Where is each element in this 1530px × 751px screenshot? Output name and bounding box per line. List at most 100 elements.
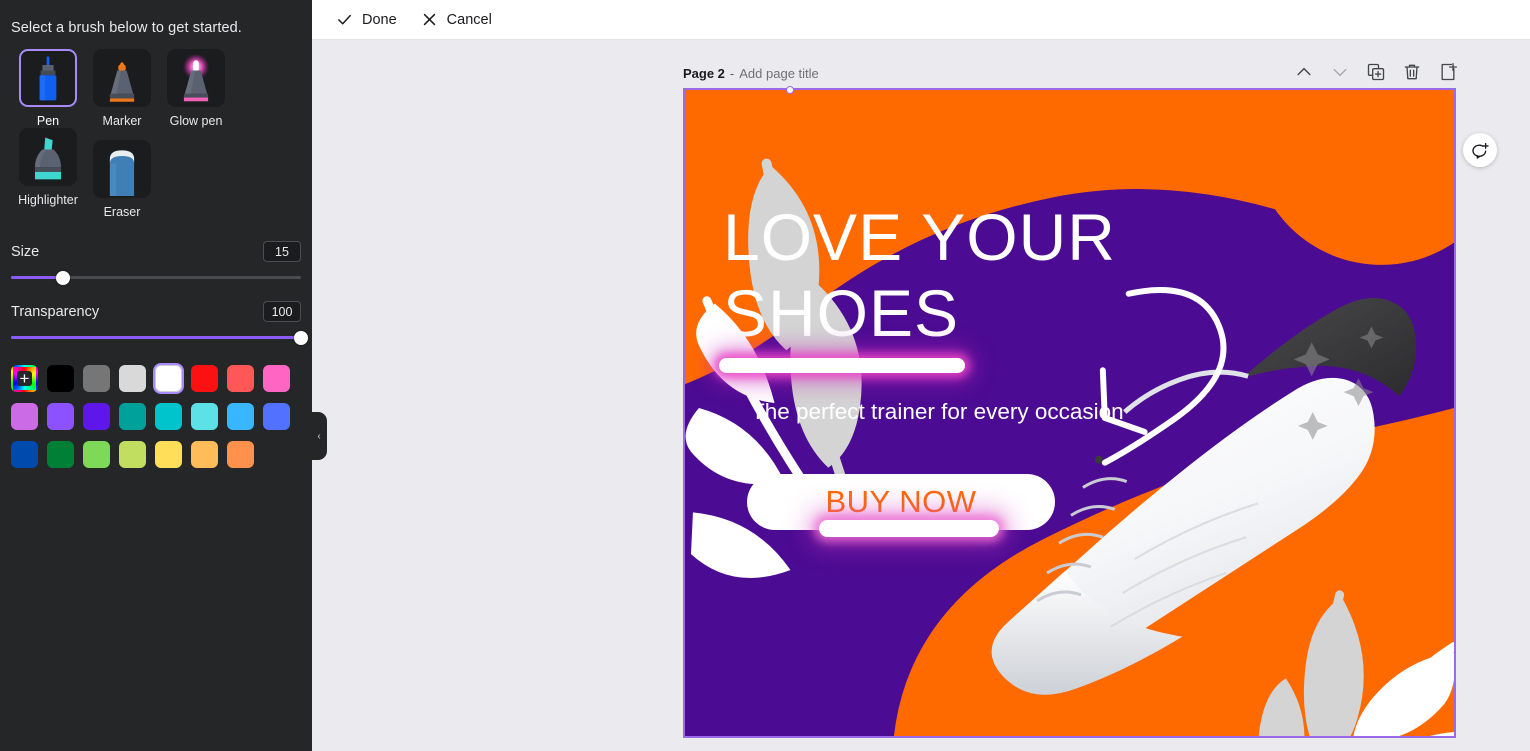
color-swatch-sky-blue[interactable]	[227, 402, 254, 430]
brush-label-eraser: Eraser	[103, 205, 141, 219]
color-swatch-dark-green[interactable]	[47, 440, 74, 468]
color-swatch-turquoise[interactable]	[155, 402, 182, 430]
brush-toolbar: Done Cancel	[312, 0, 1530, 40]
swatch-cell	[227, 397, 263, 435]
size-label: Size	[11, 243, 40, 260]
color-swatch-light-orange[interactable]	[191, 440, 218, 468]
brush-option-pen[interactable]: Pen	[11, 49, 85, 128]
page-header-dash: -	[729, 66, 735, 81]
canvas-rotate-handle[interactable]	[786, 86, 794, 94]
color-swatch-yellow[interactable]	[155, 440, 182, 468]
plus-icon: +	[19, 368, 30, 388]
brush-label-glow-pen: Glow pen	[169, 114, 223, 128]
design-headline: LOVE YOUR SHOES	[723, 200, 1116, 350]
size-input[interactable]: 15	[263, 241, 301, 262]
highlighter-glyph	[34, 137, 62, 180]
transparency-label: Transparency	[11, 303, 100, 320]
swatch-cell	[83, 435, 119, 473]
swatch-cell	[263, 359, 299, 397]
color-swatch-coral-red[interactable]	[227, 364, 254, 392]
brush-grid: Pen Marker Glow pen Highlighter Eraser	[11, 49, 301, 219]
swatch-cell	[191, 435, 227, 473]
color-swatch-grid: +	[11, 359, 301, 473]
swatch-cell	[191, 359, 227, 397]
pen-glyph	[39, 56, 57, 101]
brush-label-pen: Pen	[36, 114, 60, 128]
brush-label-marker: Marker	[102, 114, 142, 128]
buy-now-label: BUY NOW	[825, 484, 977, 519]
color-swatch-orange[interactable]	[227, 440, 254, 468]
done-button[interactable]: Done	[324, 5, 409, 34]
move-page-up-icon[interactable]	[1294, 62, 1314, 82]
cancel-button[interactable]: Cancel	[409, 5, 504, 34]
size-slider[interactable]	[11, 270, 301, 285]
swatch-cell	[227, 435, 263, 473]
delete-page-icon[interactable]	[1402, 62, 1422, 82]
move-page-down-icon[interactable]	[1330, 62, 1350, 82]
swatch-cell: +	[11, 359, 47, 397]
transparency-slider-fill	[11, 336, 301, 339]
swatch-cell	[11, 397, 47, 435]
swatch-cell	[155, 397, 191, 435]
swatch-cell	[83, 359, 119, 397]
color-swatch-teal[interactable]	[119, 402, 146, 430]
color-swatch-lime[interactable]	[119, 440, 146, 468]
app-root: Select a brush below to get started. Pen	[0, 0, 1530, 751]
collapse-panel-button[interactable]: ‹	[311, 412, 327, 460]
duplicate-page-icon[interactable]	[1366, 62, 1386, 82]
color-swatch-white[interactable]	[155, 364, 182, 392]
swatch-cell	[47, 397, 83, 435]
done-label: Done	[362, 11, 397, 28]
transparency-input[interactable]: 100	[263, 301, 301, 322]
swatch-cell	[155, 359, 191, 397]
size-row: Size 15	[11, 241, 301, 262]
chevron-left-icon: ‹	[317, 430, 321, 442]
cancel-label: Cancel	[446, 11, 492, 28]
swatch-cell	[47, 435, 83, 473]
design-canvas[interactable]: LOVE YOUR SHOES The perfect trainer for …	[683, 86, 1456, 738]
transparency-slider-knob[interactable]	[294, 330, 308, 345]
marker-glyph	[109, 62, 135, 102]
swatch-cell	[47, 359, 83, 397]
brush-option-eraser[interactable]: Eraser	[85, 140, 159, 219]
size-slider-knob[interactable]	[56, 270, 71, 285]
eraser-icon	[93, 140, 151, 198]
color-swatch-green[interactable]	[83, 440, 110, 468]
color-swatch-light-purple[interactable]	[47, 402, 74, 430]
editor-area: Page 2 - Add page title LOVE YOUR SHOES …	[312, 40, 1530, 751]
swatch-cell	[119, 359, 155, 397]
color-swatch-dark-blue[interactable]	[11, 440, 38, 468]
color-swatch-black[interactable]	[47, 364, 74, 392]
color-swatch-royal-blue[interactable]	[263, 402, 290, 430]
swatch-cell	[227, 359, 263, 397]
brush-option-marker[interactable]: Marker	[85, 49, 159, 128]
brush-panel-hint: Select a brush below to get started.	[11, 20, 242, 36]
color-swatch-aqua[interactable]	[191, 402, 218, 430]
page-header: Page 2 - Add page title	[683, 66, 819, 81]
highlighter-icon	[19, 128, 77, 186]
transparency-row: Transparency 100	[11, 301, 301, 322]
color-swatch-custom-color-picker[interactable]: +	[11, 364, 38, 392]
brush-panel: Select a brush below to get started. Pen	[0, 0, 312, 751]
color-swatch-hot-pink[interactable]	[263, 364, 290, 392]
design-subheadline: The perfect trainer for every occasion	[751, 399, 1124, 424]
color-swatch-violet[interactable]	[83, 402, 110, 430]
page-tools	[1294, 62, 1458, 82]
color-swatch-orchid[interactable]	[11, 402, 38, 430]
glow-underline-shoes	[719, 358, 965, 373]
check-icon	[338, 14, 351, 25]
close-icon	[423, 13, 435, 26]
swatch-cell	[11, 435, 47, 473]
swatch-cell	[119, 397, 155, 435]
brush-option-glow-pen[interactable]: Glow pen	[159, 49, 233, 128]
add-comment-button[interactable]	[1463, 133, 1497, 167]
color-swatch-light-gray[interactable]	[119, 364, 146, 392]
color-swatch-red[interactable]	[191, 364, 218, 392]
page-title-input[interactable]: Add page title	[739, 66, 819, 81]
transparency-slider[interactable]	[11, 330, 308, 345]
glow-underline-buy-now	[819, 520, 999, 537]
design-content: LOVE YOUR SHOES The perfect trainer for …	[685, 90, 1454, 736]
add-page-icon[interactable]	[1438, 62, 1458, 82]
color-swatch-gray[interactable]	[83, 364, 110, 392]
brush-option-highlighter[interactable]: Highlighter	[11, 128, 85, 219]
